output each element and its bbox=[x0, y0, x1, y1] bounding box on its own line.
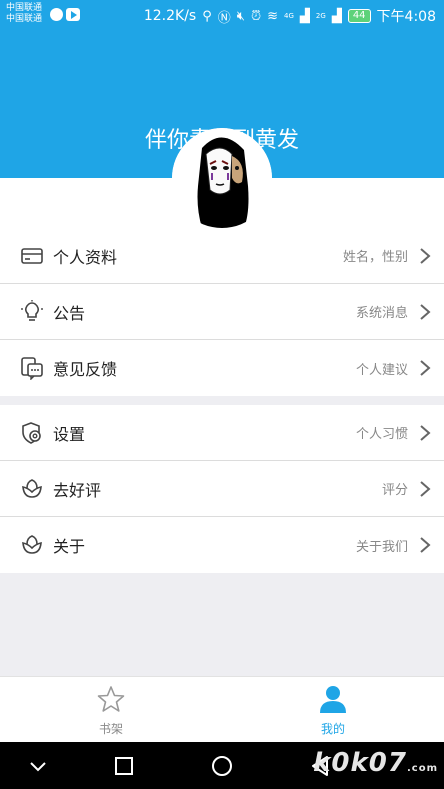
wifi-icon: ≋ bbox=[267, 8, 279, 24]
watermark-main: k0k07 bbox=[313, 748, 407, 778]
menu-label: 公告 bbox=[53, 303, 86, 323]
menu-row-rate[interactable]: 去好评 评分 bbox=[0, 461, 444, 517]
signal-icon-2: ▟ bbox=[331, 8, 342, 24]
avatar-image bbox=[172, 128, 272, 228]
tab-mine[interactable]: 我的 bbox=[283, 677, 383, 743]
menu-hint: 个人习惯 bbox=[355, 427, 408, 442]
menu-row-notice[interactable]: 公告 系统消息 bbox=[0, 284, 444, 340]
card-icon bbox=[21, 248, 43, 264]
menu-hint: 系统消息 bbox=[355, 306, 408, 321]
menu-label: 个人资料 bbox=[53, 247, 118, 267]
menu-hint: 姓名，性别 bbox=[342, 250, 408, 265]
network-2g: 2G bbox=[315, 12, 326, 20]
bulb-icon bbox=[21, 300, 43, 321]
home-icon[interactable] bbox=[210, 754, 234, 778]
tab-label: 书架 bbox=[98, 722, 123, 736]
carrier-2: 中国联通 bbox=[6, 14, 43, 24]
signal-icon-1: ▟ bbox=[299, 8, 310, 24]
chevron-right-icon bbox=[420, 537, 431, 553]
menu-label: 设置 bbox=[53, 424, 86, 444]
notification-icons bbox=[50, 8, 80, 21]
avatar[interactable] bbox=[172, 128, 272, 228]
menu-hint: 关于我们 bbox=[355, 539, 408, 555]
menu-row-feedback[interactable]: 意见反馈 个人建议 bbox=[0, 340, 444, 396]
menu-group-profile: 个人资料 姓名，性别 公告 系统消息 意见反馈 个人建议 bbox=[0, 228, 444, 396]
menu-hint: 个人建议 bbox=[355, 362, 408, 378]
bottom-tab-bar: 书架 我的 bbox=[0, 676, 444, 742]
carrier-info: 中国联通 中国联通 bbox=[6, 3, 42, 25]
nfc-icon: Ⓝ bbox=[217, 10, 231, 26]
chevron-right-icon bbox=[420, 248, 431, 264]
menu-hint: 评分 bbox=[381, 483, 408, 498]
lotus-icon bbox=[22, 479, 42, 498]
menu-row-about[interactable]: 关于 关于我们 bbox=[0, 517, 444, 573]
battery-icon: 44 bbox=[347, 9, 371, 23]
menu-row-profile[interactable]: 个人资料 姓名，性别 bbox=[0, 228, 444, 284]
alarm-icon: ⏰︎ bbox=[250, 8, 262, 24]
lotus-icon bbox=[22, 535, 42, 554]
location-icon: ⚲ bbox=[202, 8, 212, 24]
status-bar: 中国联通 中国联通 12.2K/s ⚲ Ⓝ 🔇︎ ⏰︎ ≋ 4G ▟ 2G ▟ … bbox=[0, 0, 444, 30]
recents-icon[interactable] bbox=[112, 754, 136, 778]
hide-nav-icon[interactable] bbox=[26, 754, 50, 778]
menu-label: 意见反馈 bbox=[53, 360, 118, 379]
video-notification-icon bbox=[66, 8, 80, 21]
watermark-logo: k0k07.com bbox=[313, 748, 438, 778]
status-indicators: 12.2K/s ⚲ Ⓝ 🔇︎ ⏰︎ ≋ 4G ▟ 2G ▟ 44 下午4:08 bbox=[144, 6, 436, 26]
system-nav-bar: k0k07.com bbox=[0, 742, 444, 789]
clock: 下午4:08 bbox=[376, 9, 436, 25]
chevron-right-icon bbox=[420, 425, 431, 441]
watermark-sub: .com bbox=[406, 763, 438, 774]
settings-shield-icon bbox=[22, 422, 41, 444]
person-icon bbox=[320, 686, 346, 713]
network-speed: 12.2K/s bbox=[143, 8, 197, 24]
star-icon bbox=[97, 686, 125, 712]
chat-notification-icon bbox=[50, 8, 63, 21]
menu-label: 关于 bbox=[53, 537, 86, 556]
feedback-icon bbox=[21, 357, 43, 380]
chevron-right-icon bbox=[420, 304, 431, 320]
menu-group-settings: 设置 个人习惯 去好评 评分 关于 关于我们 bbox=[0, 405, 444, 573]
menu-row-settings[interactable]: 设置 个人习惯 bbox=[0, 405, 444, 461]
chevron-right-icon bbox=[420, 360, 431, 376]
menu-label: 去好评 bbox=[53, 480, 102, 500]
carrier-1: 中国联通 bbox=[6, 3, 43, 13]
tab-bookshelf[interactable]: 书架 bbox=[61, 677, 161, 743]
tab-label: 我的 bbox=[320, 722, 345, 736]
network-4g: 4G bbox=[284, 12, 294, 20]
chevron-right-icon bbox=[420, 481, 431, 497]
mute-icon: 🔇︎ bbox=[236, 8, 245, 24]
